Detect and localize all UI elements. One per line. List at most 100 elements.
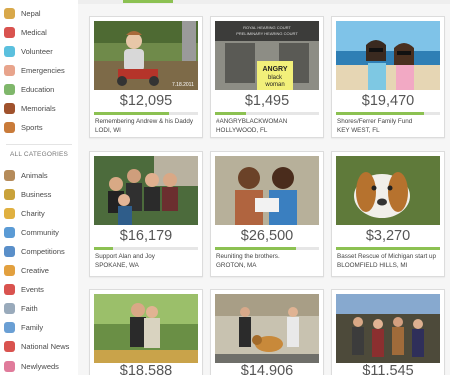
- campaign-photo[interactable]: [215, 156, 319, 225]
- amount-raised: $18,588: [119, 363, 173, 375]
- family-icon: [4, 322, 15, 334]
- campaign-card[interactable]: $16,179 Support Alan and Joy SPOKANE, WA: [89, 151, 203, 277]
- sidebar-item-label: Competitions: [21, 246, 65, 256]
- sidebar-item-label: Sports: [21, 123, 43, 133]
- sidebar-item-label: Community: [21, 227, 59, 237]
- sidebar-divider: [6, 144, 72, 145]
- campaign-location: LODI, WI: [95, 127, 121, 134]
- sidebar-item-medical[interactable]: Medical: [0, 23, 78, 41]
- progress-fill: [215, 247, 297, 250]
- sidebar-item-creative[interactable]: Creative: [0, 262, 78, 280]
- amount-raised: $11,545: [362, 363, 414, 375]
- campaign-card[interactable]: $14,906: [210, 289, 324, 375]
- rings-icon: [4, 360, 15, 372]
- progress-fill: [94, 247, 113, 250]
- sidebar-item-label: Creative: [21, 266, 49, 275]
- sidebar-item-business[interactable]: Business: [0, 185, 78, 203]
- campaign-card[interactable]: $18,588: [89, 289, 203, 375]
- sidebar-item-label: Events: [21, 285, 44, 295]
- sidebar-item-competitions[interactable]: Competitions: [0, 242, 78, 260]
- football-icon: [4, 122, 15, 134]
- sidebar-item-label: Family: [21, 323, 44, 333]
- campaign-photo[interactable]: ROYAL HEARING COURT PRELIMINARY HEARING …: [215, 21, 319, 90]
- sidebar-item-national-news[interactable]: National News: [0, 338, 78, 356]
- progress-bar: [94, 112, 198, 115]
- sidebar-item-label: Newlyweds: [21, 361, 59, 371]
- sidebar-item-faith[interactable]: Faith: [0, 300, 78, 318]
- sidebar-item-charity[interactable]: Charity: [0, 204, 78, 222]
- sidebar-item-community[interactable]: Community: [0, 223, 78, 241]
- amount-raised: $3,270: [365, 228, 411, 244]
- paw-icon: [4, 169, 15, 181]
- progress-fill: [94, 112, 169, 115]
- progress-fill: [215, 112, 247, 115]
- memorial-icon: [4, 103, 15, 114]
- amount-raised: $1,495: [244, 93, 290, 109]
- campaign-title[interactable]: Support Alan and Joy: [95, 253, 199, 260]
- sidebar-item-label: Memorials: [21, 104, 56, 113]
- sidebar-item-memorials[interactable]: Memorials: [0, 100, 78, 118]
- campaign-card[interactable]: $19,470 Shores/Ferrer Family Fund KEY WE…: [331, 16, 445, 138]
- all-categories-heading: ALL CATEGORIES: [10, 151, 69, 158]
- briefcase-icon: [4, 188, 15, 200]
- amount-raised: $16,179: [119, 228, 173, 244]
- progress-bar: [94, 247, 198, 250]
- protest-sign-word-3: woman: [264, 82, 284, 88]
- amount-raised: $14,906: [240, 363, 294, 375]
- book-icon: [4, 83, 15, 95]
- active-tab-indicator: [123, 0, 173, 3]
- campaign-photo[interactable]: [94, 294, 198, 363]
- sidebar-item-volunteer[interactable]: Volunteer: [0, 42, 78, 60]
- sidebar-item-education[interactable]: Education: [0, 80, 78, 98]
- campaign-card[interactable]: ROYAL HEARING COURT PRELIMINARY HEARING …: [210, 16, 324, 138]
- campaign-photo[interactable]: [336, 21, 440, 90]
- gift-icon: [4, 207, 15, 219]
- sidebar-item-label: Nepal: [21, 8, 41, 18]
- campaign-photo[interactable]: [336, 156, 440, 225]
- sidebar-item-nepal[interactable]: Nepal: [0, 4, 78, 22]
- campaign-title[interactable]: Basset Rescue of Michigan start up: [337, 253, 441, 260]
- sidebar-item-label: Medical: [21, 27, 47, 37]
- sidebar-item-animals[interactable]: Animals: [0, 166, 78, 184]
- sidebar-item-label: Emergencies: [21, 65, 65, 75]
- top-tab-strip: [78, 0, 450, 4]
- sidebar-item-label: Volunteer: [21, 46, 53, 56]
- community-icon: [4, 226, 15, 238]
- sidebar-item-events[interactable]: Events: [0, 281, 78, 299]
- campaign-title[interactable]: #ANGRYBLACKWOMAN: [216, 118, 320, 125]
- amount-raised: $19,470: [361, 93, 415, 109]
- progress-fill: [336, 247, 440, 250]
- campaign-photo[interactable]: [94, 156, 198, 225]
- campaign-photo[interactable]: [336, 294, 440, 363]
- campaign-card[interactable]: $26,500 Reuniting the brothers. GROTON, …: [210, 151, 324, 277]
- sidebar-item-label: Education: [21, 84, 55, 94]
- sidebar-item-label: Business: [21, 189, 52, 199]
- sign-line-1: ROYAL HEARING COURT: [243, 25, 291, 30]
- sidebar-item-label: National News: [21, 342, 70, 352]
- sidebar-item-newlyweds[interactable]: Newlyweds: [0, 357, 78, 375]
- palette-icon: [4, 265, 15, 276]
- sidebar-item-sports[interactable]: Sports: [0, 119, 78, 137]
- dove-icon: [4, 303, 15, 315]
- campaign-location: KEY WEST, FL: [337, 127, 380, 134]
- campaign-card[interactable]: $11,545: [331, 289, 445, 375]
- campaign-title[interactable]: Remembering Andrew & his Daddy: [95, 118, 199, 125]
- sidebar-item-family[interactable]: Family: [0, 319, 78, 337]
- medical-cross-icon: [4, 26, 15, 38]
- calendar-icon: [4, 284, 15, 296]
- bandage-icon: [4, 64, 15, 76]
- campaign-photo[interactable]: [215, 294, 319, 363]
- amount-raised: $12,095: [119, 93, 173, 109]
- heart-hands-icon: [4, 45, 15, 57]
- campaign-card[interactable]: 7.18.2011 $12,095 Remembering Andrew & h…: [89, 16, 203, 138]
- campaign-photo[interactable]: 7.18.2011: [94, 21, 198, 90]
- progress-bar: [215, 112, 319, 115]
- progress-bar: [336, 247, 440, 250]
- progress-fill: [336, 112, 425, 115]
- campaign-card[interactable]: $3,270 Basset Rescue of Michigan start u…: [331, 151, 445, 277]
- sidebar-item-emergencies[interactable]: Emergencies: [0, 61, 78, 79]
- campaign-location: GROTON, MA: [216, 262, 257, 269]
- campaign-title[interactable]: Shores/Ferrer Family Fund: [337, 118, 441, 125]
- trophy-icon: [4, 245, 15, 257]
- campaign-title[interactable]: Reuniting the brothers.: [216, 253, 320, 260]
